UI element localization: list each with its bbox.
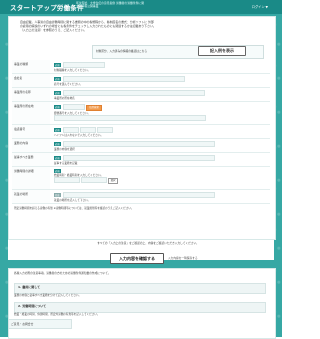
intro-line-3: （入力上の注意）を参照のうえ、ご記入ください。 xyxy=(20,28,87,32)
row-label: 労働時間の詳細 xyxy=(12,167,50,189)
required-tag: 必須 xyxy=(54,91,61,95)
section-2-header[interactable] xyxy=(14,302,266,313)
row-label: 事業の種類 xyxy=(12,60,50,73)
row-label: 就業の場所 xyxy=(12,190,50,203)
row-hint: 商号を選んでください。 xyxy=(54,83,83,86)
save-draft-link[interactable]: 入力内容を一時保存する xyxy=(168,256,198,260)
row-value: 必須 事業所の所在地名 xyxy=(50,88,270,101)
row-value: 必須 従事する業務を記載 xyxy=(50,153,270,166)
form-row: 業務の内容 必須 業務の内容を選択 xyxy=(12,139,270,153)
row-hint: 事業所の所在地名 xyxy=(54,97,75,100)
postal-code-input[interactable] xyxy=(63,104,86,110)
row-value: 必須 住所検索 郵便番号を入力してください。 xyxy=(50,102,270,124)
business-content-input[interactable] xyxy=(63,141,216,147)
row-hint: ハイフンは入れないで入力してください。 xyxy=(54,134,104,137)
row-value: 必須 ハイフンは入れないで入力してください。 xyxy=(50,125,270,138)
required-tag: 必須 xyxy=(54,128,61,132)
row-label: 業務の内容 xyxy=(12,139,50,152)
overtime-note: 所定労働時間を超える労働の有無 ※労働時間等については、就業規則等を確認のうえご… xyxy=(14,207,134,210)
row-label: 事業所の名称 xyxy=(12,88,50,101)
required-tag: 必須 xyxy=(54,63,61,67)
required-tag: 必須 xyxy=(54,105,61,109)
address-input[interactable] xyxy=(54,115,206,121)
form-row: 事業所の所在地 必須 住所検索 郵便番号を入力してください。 xyxy=(12,102,270,125)
optional-tag: 任意 xyxy=(54,193,61,197)
select-button[interactable]: 選択 xyxy=(107,178,119,184)
section-1-title: 1. 雇用に関して xyxy=(18,285,41,289)
section-1-body: 業務の内容と従事すべき業務を分けて記入してください。 xyxy=(14,294,82,297)
contact-tab[interactable]: ご意見・お問合せ xyxy=(8,319,72,329)
app-subtitle: 年次有給、大学生伝の意見提供 労働者の労働条件に関する情報公開事業 xyxy=(76,1,145,9)
row-label: 事業所の所在地 xyxy=(12,102,50,124)
row-value: 必須 商号を選んでください。 xyxy=(50,74,270,87)
duties-input[interactable] xyxy=(63,155,216,161)
notes-intro: 各種入力の際の注意事項。労働者の方のための労働条件通知書の作成について。 xyxy=(14,271,111,275)
row-value: 必須 始業時刻・終業時刻を入力してください。 選択 xyxy=(50,167,270,189)
form-row: 電話番号 必須 ハイフンは入れないで入力してください。 xyxy=(12,125,270,139)
form-row: 従事すべき業務 必須 従事する業務を記載 xyxy=(12,153,270,167)
row-label: 従事すべき業務 xyxy=(12,153,50,166)
row-hint: 従事する業務を記載 xyxy=(54,162,78,165)
form-row: 会社名 必須 商号を選んでください。 xyxy=(12,74,270,88)
end-time-input[interactable] xyxy=(80,177,107,183)
section-2-title: 2. 労働時間について xyxy=(18,304,47,308)
row-label: 電話番号 xyxy=(12,125,50,138)
page: スタートアップ労働条件 年次有給、大学生伝の意見提供 労働者の労働条件に関する情… xyxy=(0,0,282,339)
confirm-button[interactable]: 入力内容を確認する xyxy=(110,253,164,264)
form-row: 就業の場所 任意 就業の場所を記入して下さい。 xyxy=(12,190,270,204)
row-hint: 就業の場所を記入して下さい。 xyxy=(54,199,91,202)
confirm-note: すべての「入力上の注意」をご確認の上、内容をご確認いただき入力してください。 xyxy=(97,241,199,245)
office-name-input[interactable] xyxy=(63,90,206,96)
form-row: 労働時間の詳細 必須 始業時刻・終業時刻を入力してください。 選択 xyxy=(12,167,270,190)
section-2-body: 始業・終業の時刻、休憩時間、所定外労働の有無等を記入してください。 xyxy=(14,313,100,316)
row-hint: 業務の内容を選択 xyxy=(54,148,75,151)
login-link[interactable]: ログイン ▼ xyxy=(252,4,268,9)
form-row: 所定労働時間を超える労働の有無 ※労働時間等については、就業規則等を確認のうえご… xyxy=(12,204,270,217)
form-row: 事業の種類 必須 対象職種を入力してください。 xyxy=(12,60,270,74)
row-value: 任意 就業の場所を記入して下さい。 xyxy=(50,190,270,203)
app-title: スタートアップ労働条件 xyxy=(10,4,84,12)
intro-text: 自由記載。人事労の自由労働時間に関する書類の中の各規程から、各制度名の書式：分析… xyxy=(20,20,260,32)
row-value: 必須 業務の内容を選択 xyxy=(50,139,270,152)
section-1-header[interactable] xyxy=(14,283,266,294)
labor-conditions-form: 事業の種類 必須 対象職種を入力してください。 会社名 必須 商号を選んでくださ… xyxy=(12,60,270,217)
row-value: 必須 対象職種を入力してください。 xyxy=(50,60,270,73)
row-hint: 対象職種を入力してください。 xyxy=(54,69,91,72)
required-tag: 必須 xyxy=(54,142,61,146)
row-label: 会社名 xyxy=(12,74,50,87)
form-row: 事業所の名称 必須 事業所の所在地名 xyxy=(12,88,270,102)
header-bar: スタートアップ労働条件 年次有給、大学生伝の意見提供 労働者の労働条件に関する情… xyxy=(0,0,282,14)
show-example-button[interactable]: 記入例を表示 xyxy=(198,46,246,56)
saved-input-text: 対象区分、入力済みの情報の確認はこちら xyxy=(96,49,148,53)
required-tag: 必須 xyxy=(54,156,61,160)
start-time-input[interactable] xyxy=(54,177,80,183)
required-tag: 必須 xyxy=(54,77,61,81)
